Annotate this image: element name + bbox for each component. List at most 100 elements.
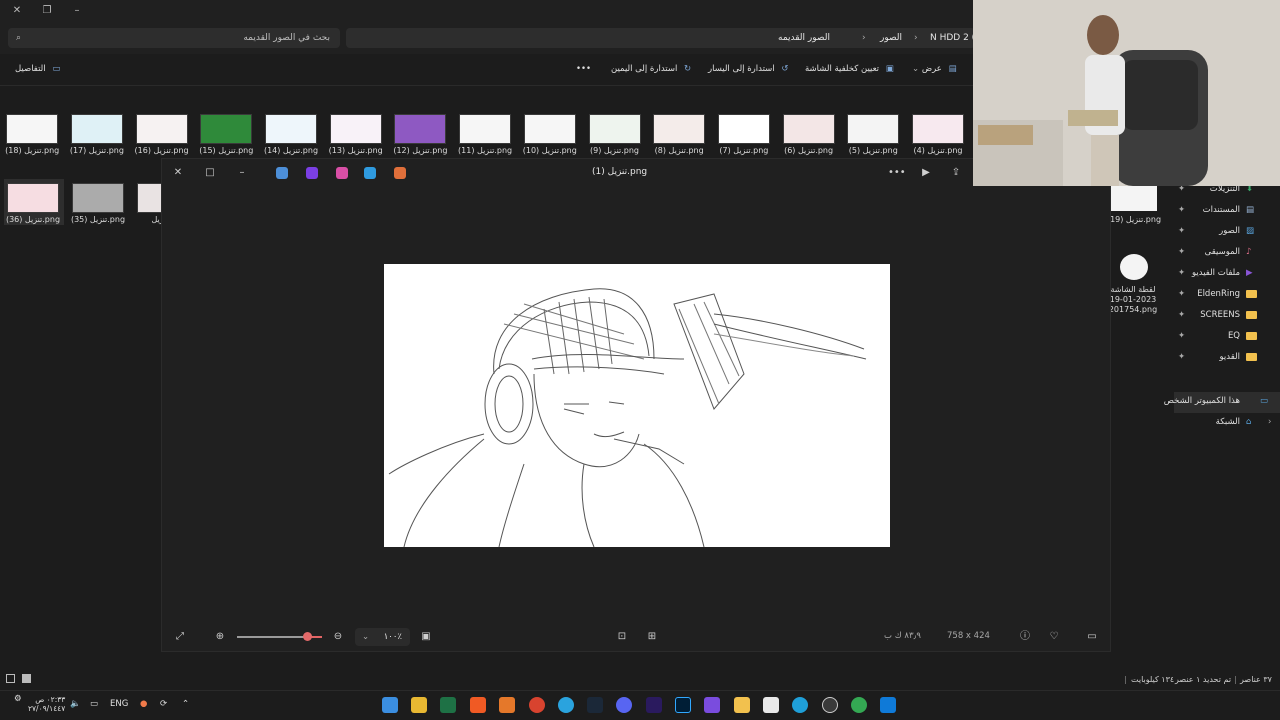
microphone-icon[interactable]: ● [140,699,147,709]
close-icon[interactable]: ✕ [10,4,24,18]
breadcrumb-item[interactable]: الصور [880,28,902,48]
nav-item[interactable]: ✦ EQ [1160,327,1280,348]
file-thumbnail[interactable] [6,114,59,144]
file-label[interactable]: تنزيل (4).png [906,146,970,155]
zoom-in-icon[interactable]: ⊕ [212,629,228,645]
info-icon[interactable]: ⓘ [1017,629,1033,645]
large-icons-view-icon[interactable] [22,674,31,683]
more-options-button[interactable]: ••• [576,64,591,74]
nav-item[interactable]: ›▭هذا الكمبيوتر الشخص [1164,392,1280,413]
image-canvas[interactable] [384,264,890,548]
filmstrip-icon[interactable]: ▭ [1084,629,1100,645]
nav-item[interactable]: ✦ ♪ الموسيقى [1160,243,1280,264]
obs-icon[interactable] [822,697,838,713]
favorite-icon[interactable]: ♡ [1046,629,1062,645]
details-button[interactable]: التفاصيل ▭ [15,64,60,74]
file-thumbnail[interactable] [782,114,835,144]
file-thumbnail[interactable] [653,114,706,144]
file-label[interactable]: تنزيل (19).png [1102,215,1166,224]
excel-icon[interactable] [440,697,456,713]
photoshop-icon[interactable] [675,697,691,713]
nav-item[interactable]: ✦ القديو [1160,348,1280,369]
file-thumbnail[interactable] [72,183,124,213]
onedrive-icon[interactable] [276,167,288,179]
file-thumbnail[interactable] [265,114,317,144]
file-label[interactable]: تنزيل (8).png [647,146,711,155]
crop-icon[interactable]: ⊞ [644,629,660,645]
file-thumbnail[interactable] [7,183,59,213]
discord-icon[interactable] [616,697,632,713]
view-button[interactable]: ⌄ عرض ▤ [912,64,957,74]
sync-icon[interactable]: ⟳ [160,699,167,709]
zoom-slider-thumb[interactable] [302,632,312,641]
slideshow-icon[interactable]: ▶ [918,165,934,181]
breadcrumb-item[interactable]: N HDD 2 ( [930,28,975,48]
set-wallpaper-button[interactable]: تعيين كخلفية الشاشة ▣ [805,64,894,74]
rotate-right-button[interactable]: استدارة إلى اليمين ↻ [611,64,691,74]
app-r-icon[interactable] [529,697,545,713]
file-thumbnail[interactable] [912,114,964,144]
file-label[interactable]: تنزيل (9).png [583,146,647,155]
network-icon[interactable]: ▭ [90,699,98,709]
nav-item[interactable]: ✦ ▤ المستندات [1160,201,1280,222]
file-thumbnail[interactable] [394,114,447,144]
file-thumbnail[interactable] [329,114,382,144]
minimize-icon[interactable]: – [234,165,250,181]
designer-icon[interactable] [336,167,348,179]
file-label[interactable]: تنزيل (5).png [841,146,905,155]
file-thumbnail[interactable] [523,114,576,144]
telegram-icon[interactable] [558,697,574,713]
rotate-left-button[interactable]: استدارة إلى اليسار ↺ [708,64,789,74]
search-input[interactable]: ⌕ بحث في الصور القديمه [8,28,340,48]
file-label[interactable]: تنزيل (7).png [712,146,776,155]
file-label[interactable]: تنزيل (11).png [453,146,517,155]
ocr-icon[interactable]: ⊡ [614,629,630,645]
details-view-icon[interactable] [6,674,15,683]
maximize-icon[interactable]: □ [202,165,218,181]
fullscreen-icon[interactable]: ⤢ [172,629,188,645]
start-icon[interactable] [880,697,896,713]
language-indicator[interactable]: ENG [110,699,128,709]
file-thumbnail[interactable] [200,114,253,144]
file-label[interactable]: تنزيل (35).png [66,215,130,224]
chevron-up-icon[interactable]: ⌃ [182,699,189,709]
file-thumbnail[interactable] [459,114,512,144]
nav-item[interactable]: ✦ ▶ ملفات الفيديو [1160,264,1280,285]
fit-to-window-icon[interactable]: ▣ [418,629,434,645]
zoom-out-icon[interactable]: ⊖ [330,629,346,645]
share-icon[interactable]: ⇪ [948,165,964,181]
close-icon[interactable]: ✕ [170,165,186,181]
file-label[interactable]: تنزيل (18).png [0,146,64,155]
file-label[interactable]: تنزيل (15).png [194,146,258,155]
r-app-icon[interactable] [411,697,427,713]
file-label[interactable]: تنزيل (12).png [388,146,452,155]
app-a-icon[interactable] [499,697,515,713]
nav-item[interactable]: › ⌂ الشبكة [1160,413,1280,434]
more-options-icon[interactable]: ••• [888,165,906,181]
premiere-icon[interactable] [646,697,662,713]
file-thumbnail[interactable] [70,114,123,144]
clock[interactable]: ٠٢:٣٣ ص ٢٧/٠٩/١٤٤٧ [28,695,65,713]
nav-item[interactable]: ✦ EldenRing [1160,285,1280,306]
restore-icon[interactable]: ❐ [40,4,54,18]
file-label[interactable]: لقطة الشاشة 2023-01-19 201754.png [1104,285,1162,315]
file-label[interactable]: تنزيل (10).png [518,146,582,155]
paint-icon[interactable] [364,167,376,179]
file-thumbnail[interactable] [1120,254,1148,280]
copilot-icon[interactable] [394,167,406,179]
zoom-dropdown[interactable]: ⌄ ١٠٠٪ [355,628,410,646]
nav-item[interactable]: ✦ SCREENS [1160,306,1280,327]
file-thumbnail[interactable] [588,114,641,144]
nav-item[interactable]: ✦ ▨ الصور [1160,222,1280,243]
clipchamp-icon[interactable] [306,167,318,179]
file-label[interactable]: تنزيل (17).png [65,146,129,155]
volume-icon[interactable]: 🔈 [70,699,81,709]
file-label[interactable]: تنزيل (6).png [777,146,841,155]
file-thumbnail[interactable] [1111,185,1157,211]
file-label[interactable]: تنزيل (14).png [259,146,323,155]
file-label[interactable]: تنزيل (36).png [1,215,65,224]
chrome-icon[interactable] [851,697,867,713]
minimize-icon[interactable]: – [70,4,84,18]
breadcrumb[interactable]: الصور القديمه › الصور › N HDD 2 ( [346,28,975,48]
store-icon[interactable] [763,697,779,713]
